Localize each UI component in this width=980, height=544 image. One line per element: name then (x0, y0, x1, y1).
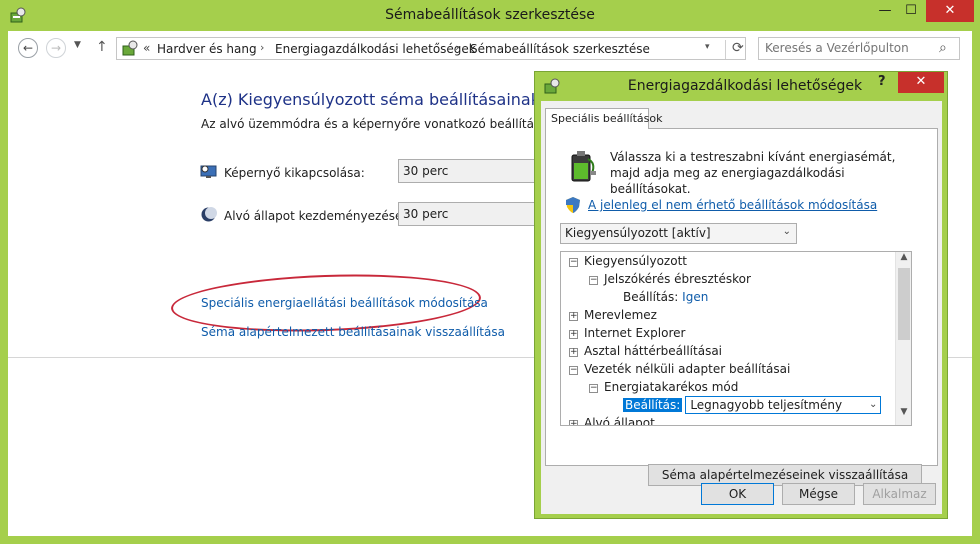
advanced-settings-panel: Válassza ki a testreszabni kívánt energi… (545, 128, 938, 486)
ok-button[interactable]: OK (701, 483, 774, 505)
power-saving-select[interactable]: Legnagyobb teljesítmény ⌄ (685, 396, 882, 414)
chevron-down-icon: ⌄ (868, 399, 878, 410)
breadcrumb-power-options[interactable]: Energiagazdálkodási lehetőségek (275, 42, 476, 56)
tree-item-wake-password[interactable]: − Jelszókérés ébresztéskor (589, 270, 751, 288)
display-off-label: Képernyő kikapcsolása: (224, 166, 365, 180)
battery-icon (571, 151, 596, 182)
recent-pages-dropdown-icon[interactable]: ▼ (74, 40, 81, 50)
control-panel-icon (122, 40, 138, 56)
apply-button[interactable]: Alkalmaz (863, 483, 936, 505)
tree-item-hard-disk[interactable]: + Merevlemez (569, 306, 657, 324)
dialog-title: Energiagazdálkodási lehetőségek (627, 78, 863, 94)
address-bar[interactable]: « Hardver és hang › Energiagazdálkodási … (116, 37, 746, 60)
tree-collapse-icon[interactable]: − (589, 276, 598, 285)
setting-label-selected: Beállítás: (623, 398, 683, 412)
restore-defaults-link[interactable]: Séma alapértelmezett beállításainak viss… (201, 325, 505, 339)
help-button[interactable]: ? (878, 74, 886, 89)
display-off-select[interactable]: 30 perc (398, 159, 538, 183)
power-options-dialog: Energiagazdálkodási lehetőségek ? ✕ Spec… (534, 71, 948, 519)
tree-expand-icon[interactable]: + (569, 330, 578, 339)
back-button[interactable]: ← (18, 38, 38, 58)
settings-tree[interactable]: − Kiegyensúlyozott − Jelszókérés ébresztés… (560, 251, 912, 426)
tree-item-wake-password-setting[interactable]: Beállítás: Igen (623, 288, 708, 306)
tree-collapse-icon[interactable]: − (589, 384, 598, 393)
scroll-up-icon[interactable]: ▲ (896, 252, 911, 268)
forward-button[interactable]: → (46, 38, 66, 58)
search-icon[interactable]: ⌕ (939, 40, 947, 56)
monitor-icon (200, 165, 217, 178)
tree-item-internet-explorer[interactable]: + Internet Explorer (569, 324, 685, 342)
tree-item-balanced[interactable]: − Kiegyensúlyozott (569, 252, 687, 270)
breadcrumb-hardware[interactable]: Hardver és hang (157, 42, 257, 56)
tree-item-label: Internet Explorer (584, 326, 686, 340)
dialog-close-button[interactable]: ✕ (898, 72, 944, 93)
dialog-client-area: Speciális beállítások Válassza ki a test… (541, 101, 942, 514)
moon-icon (201, 207, 217, 222)
title-bar[interactable]: Sémabeállítások szerkesztése — ☐ ✕ (0, 0, 980, 31)
window-title: Sémabeállítások szerkesztése (385, 7, 595, 23)
search-input[interactable] (765, 41, 935, 55)
close-button[interactable]: ✕ (926, 0, 974, 22)
tree-item-label: Kiegyensúlyozott (584, 254, 687, 268)
plan-select-value: Kiegyensúlyozott [aktív] (565, 226, 711, 240)
breadcrumb-separator-icon[interactable]: › (260, 41, 264, 54)
up-level-button[interactable]: ↑ (96, 39, 108, 55)
sleep-label: Alvó állapot kezdeményezése: (224, 209, 407, 223)
shield-icon (566, 197, 580, 213)
power-options-icon (544, 78, 560, 94)
plan-select[interactable]: Kiegyensúlyozott [aktív] ⌄ (560, 223, 797, 244)
page-title: A(z) Kiegyensúlyozott séma beállításaina… (201, 90, 591, 109)
scrollbar-thumb[interactable] (898, 268, 910, 340)
search-box[interactable]: ⌕ (758, 37, 960, 60)
setting-label: Beállítás: (623, 290, 679, 304)
tree-item-sleep[interactable]: + Alvó állapot (569, 414, 655, 426)
tree-item-label: Asztal háttérbeállításai (584, 344, 723, 358)
cancel-button[interactable]: Mégse (782, 483, 855, 505)
tree-item-power-saving-setting[interactable]: Beállítás: Legnagyobb teljesítmény ⌄ (623, 396, 882, 414)
advanced-settings-link[interactable]: Speciális energiaellátási beállítások mó… (201, 296, 488, 310)
tree-expand-icon[interactable]: + (569, 312, 578, 321)
dialog-description: Válassza ki a testreszabni kívánt energi… (610, 150, 896, 196)
tree-item-power-saving-mode[interactable]: − Energiatakarékos mód (589, 378, 738, 396)
tree-item-label: Alvó állapot (584, 416, 655, 426)
page-description: Az alvó üzemmódra és a képernyőre vonatk… (201, 117, 586, 131)
tree-collapse-icon[interactable]: − (569, 366, 578, 375)
tree-item-label: Jelszókérés ébresztéskor (604, 272, 751, 286)
change-unavailable-settings-link[interactable]: A jelenleg el nem érhető beállítások mód… (588, 198, 877, 212)
tab-advanced-settings[interactable]: Speciális beállítások (545, 108, 662, 129)
address-dropdown-icon[interactable]: ▾ (705, 42, 710, 52)
tree-item-label: Merevlemez (584, 308, 657, 322)
breadcrumb-edit-plan[interactable]: Sémabeállítások szerkesztése (470, 42, 650, 56)
navigation-bar: ← → ▼ ↑ « Hardver és hang › Energiagazdá… (8, 31, 972, 65)
tree-expand-icon[interactable]: + (569, 348, 578, 357)
maximize-button[interactable]: ☐ (898, 0, 924, 22)
refresh-icon[interactable]: ⟳ (725, 40, 744, 59)
scroll-down-icon[interactable]: ▼ (896, 407, 911, 423)
tree-item-desktop-background[interactable]: + Asztal háttérbeállításai (569, 342, 722, 360)
chevron-down-icon: ⌄ (782, 226, 791, 237)
sleep-select[interactable]: 30 perc (398, 202, 538, 226)
breadcrumb-overflow-icon[interactable]: « (143, 41, 150, 55)
tree-scrollbar[interactable]: ▲ ▼ (895, 252, 911, 425)
setting-value[interactable]: Igen (682, 290, 708, 304)
power-saving-select-value: Legnagyobb teljesítmény (690, 398, 843, 412)
tree-item-label: Vezeték nélküli adapter beállításai (584, 362, 791, 376)
minimize-button[interactable]: — (872, 0, 898, 22)
tree-collapse-icon[interactable]: − (569, 258, 578, 267)
tree-item-wireless-adapter[interactable]: − Vezeték nélküli adapter beállításai (569, 360, 790, 378)
tree-expand-icon[interactable]: + (569, 420, 578, 425)
tree-item-label: Energiatakarékos mód (604, 380, 739, 394)
breadcrumb-separator-icon[interactable]: › (455, 41, 459, 54)
